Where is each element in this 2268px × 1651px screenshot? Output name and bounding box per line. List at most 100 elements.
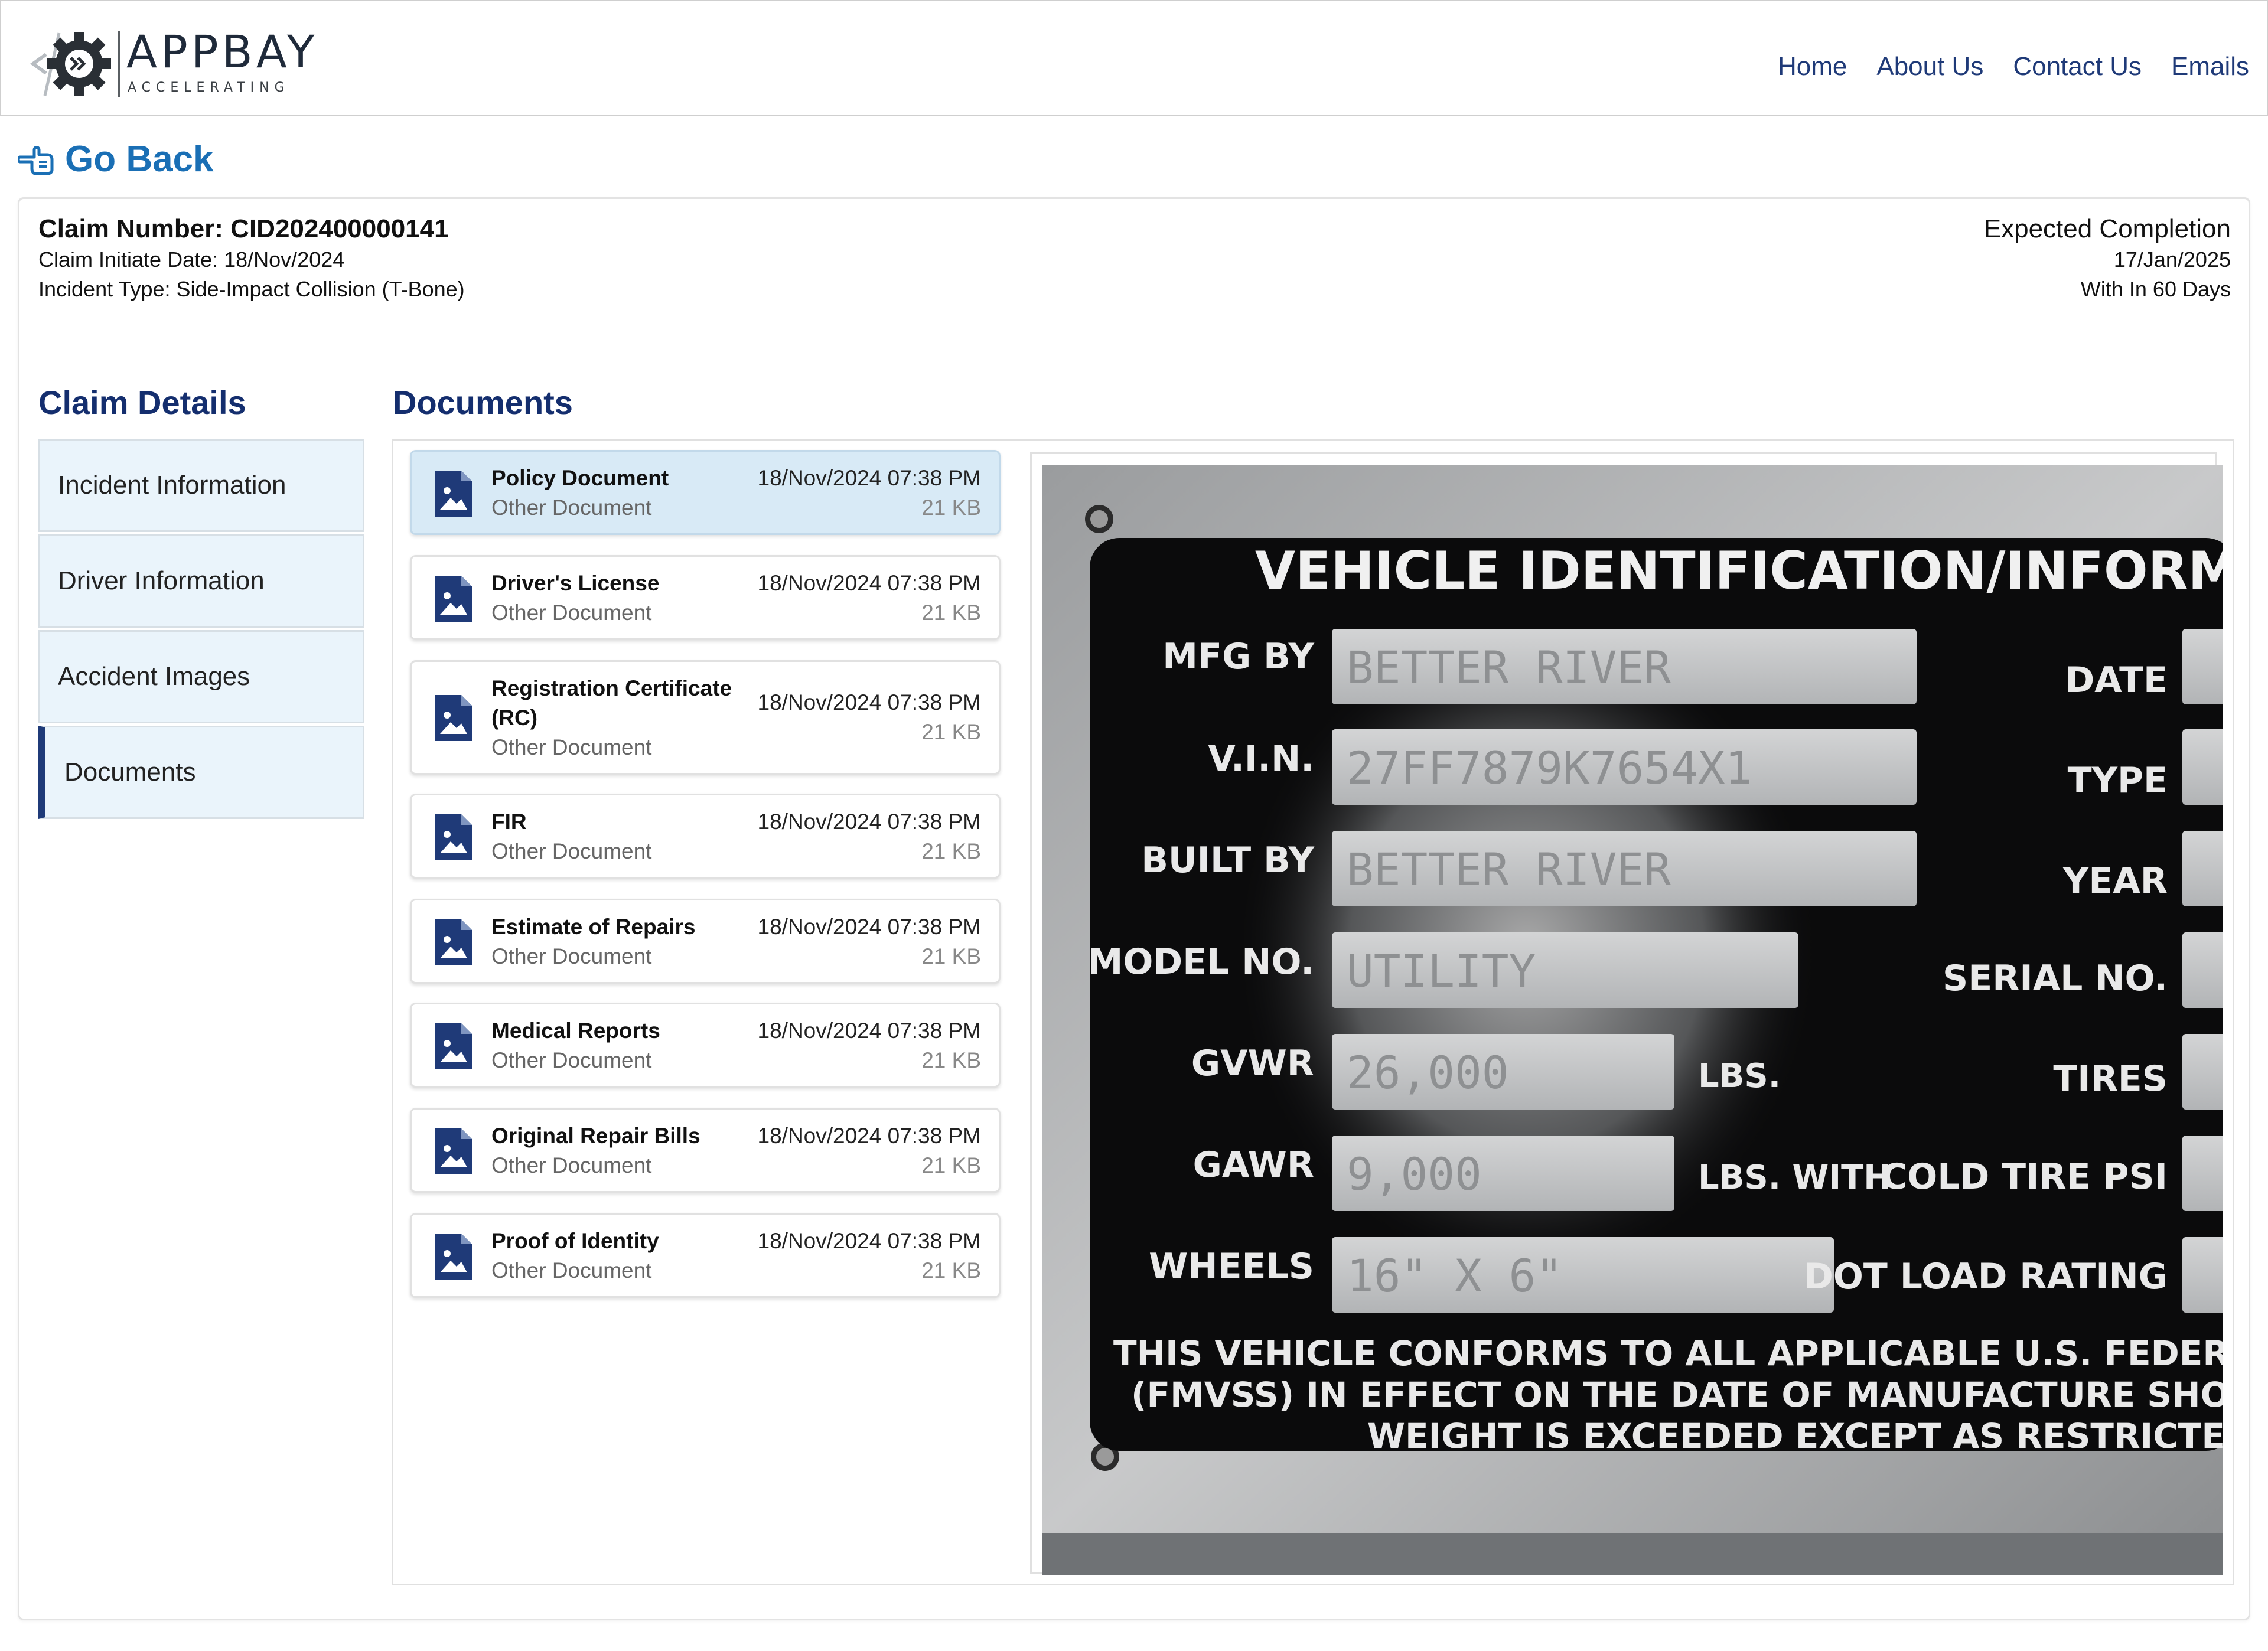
image-file-icon: [435, 814, 472, 860]
nav-about-link[interactable]: About Us: [1876, 51, 1983, 83]
gear-logo-icon: [30, 32, 111, 96]
sidebar-item-documents[interactable]: Documents: [38, 726, 364, 819]
hand-pointing-left-icon: [18, 146, 54, 175]
document-type: Other Document: [491, 735, 652, 759]
document-preview-image: VEHICLE IDENTIFICATION/INFORMAT MFG BY V…: [1042, 465, 2223, 1575]
svg-text:GVWR: GVWR: [1191, 1043, 1314, 1084]
svg-text:V.I.N.: V.I.N.: [1208, 738, 1314, 779]
document-name: Original Repair Bills: [491, 1124, 700, 1148]
document-size: 21 KB: [921, 1258, 981, 1283]
nav-home-link[interactable]: Home: [1778, 51, 1847, 83]
document-name: Estimate of Repairs: [491, 915, 696, 939]
document-size: 21 KB: [921, 601, 981, 625]
svg-text:WEIGHT IS EXCEEDED EXCEPT AS R: WEIGHT IS EXCEEDED EXCEPT AS RESTRICTED …: [1367, 1416, 2223, 1456]
svg-text:MODEL NO.: MODEL NO.: [1088, 941, 1314, 983]
document-name: Driver's License: [491, 571, 660, 595]
image-file-icon: [435, 919, 472, 965]
svg-text:GAWR: GAWR: [1193, 1144, 1314, 1186]
svg-text:BETTER RIVER: BETTER RIVER: [1347, 843, 1671, 896]
document-date: 18/Nov/2024 07:38 PM: [757, 1229, 981, 1253]
svg-text:MFG BY: MFG BY: [1162, 636, 1315, 677]
svg-text:COLD TIRE PSI: COLD TIRE PSI: [1881, 1156, 2168, 1198]
svg-text:LBS. WITH: LBS. WITH: [1698, 1159, 1891, 1197]
document-type: Other Document: [491, 601, 652, 625]
svg-text:LBS.: LBS.: [1698, 1057, 1781, 1095]
document-name: Medical Reports: [491, 1019, 660, 1043]
claim-card: Claim Number: CID202400000141 Claim Init…: [18, 197, 2250, 1620]
claim-details-title: Claim Details: [38, 384, 246, 421]
sidebar-item-accident-images[interactable]: Accident Images: [38, 630, 364, 723]
main-nav: Home About Us Contact Us Emails: [1778, 51, 2249, 83]
logo-tagline: ACCELERATING: [128, 80, 290, 95]
document-name: Policy Document: [491, 466, 669, 490]
go-back-button[interactable]: Go Back: [18, 138, 214, 181]
document-date: 18/Nov/2024 07:38 PM: [757, 466, 981, 490]
go-back-label: Go Back: [65, 139, 214, 180]
claim-initiate-date: Claim Initiate Date: 18/Nov/2024: [38, 247, 345, 272]
document-type: Other Document: [491, 495, 652, 520]
svg-text:27FF7879K7654X1: 27FF7879K7654X1: [1347, 742, 1752, 794]
document-name: Proof of Identity: [491, 1229, 659, 1253]
document-date: 18/Nov/2024 07:38 PM: [757, 690, 981, 714]
svg-text:(FMVSS) IN EFFECT ON THE DATE: (FMVSS) IN EFFECT ON THE DATE OF MANUFAC…: [1131, 1375, 2223, 1415]
document-item-drivers-license[interactable]: Driver's License Other Document 18/Nov/2…: [410, 555, 1001, 640]
document-type: Other Document: [491, 839, 652, 863]
sidebar-item-incident-information[interactable]: Incident Information: [38, 439, 364, 532]
document-type: Other Document: [491, 944, 652, 968]
document-item-estimate-of-repairs[interactable]: Estimate of Repairs Other Document 18/No…: [410, 899, 1001, 984]
nav-emails-link[interactable]: Emails: [2171, 51, 2249, 83]
svg-text:SERIAL NO.: SERIAL NO.: [1943, 958, 2168, 999]
document-item-medical-reports[interactable]: Medical Reports Other Document 18/Nov/20…: [410, 1003, 1001, 1088]
svg-text:UTILITY: UTILITY: [1347, 945, 1536, 997]
image-file-icon: [435, 471, 472, 517]
svg-text:WHEELS: WHEELS: [1149, 1246, 1314, 1287]
top-header: APPBAY ACCELERATING Home About Us Contac…: [0, 0, 2268, 116]
svg-text:DOT LOAD RATING: DOT LOAD RATING: [1804, 1256, 2168, 1297]
document-size: 21 KB: [921, 720, 981, 744]
nav-contact-link[interactable]: Contact Us: [2013, 51, 2142, 83]
document-type: Other Document: [491, 1258, 652, 1283]
document-size: 21 KB: [921, 1153, 981, 1177]
document-date: 18/Nov/2024 07:38 PM: [757, 571, 981, 595]
expected-completion-label: Expected Completion: [1983, 214, 2231, 243]
document-type: Other Document: [491, 1048, 652, 1072]
completion-window: With In 60 Days: [2080, 277, 2231, 301]
image-file-icon: [435, 1023, 472, 1069]
svg-text:TIRES: TIRES: [2053, 1058, 2168, 1099]
document-item-registration-certificate[interactable]: Registration Certificate (RC) Other Docu…: [410, 660, 1001, 775]
claim-details-sidebar: Incident Information Driver Information …: [38, 439, 364, 821]
document-type: Other Document: [491, 1153, 652, 1177]
svg-text:DATE: DATE: [2065, 660, 2168, 701]
document-item-policy-document[interactable]: Policy Document Other Document 18/Nov/20…: [410, 450, 1001, 535]
expected-completion-date: 17/Jan/2025: [2113, 247, 2231, 272]
document-date: 18/Nov/2024 07:38 PM: [757, 915, 981, 939]
image-file-icon: [435, 1128, 472, 1174]
svg-text:BETTER RIVER: BETTER RIVER: [1347, 641, 1671, 694]
image-file-icon: [435, 576, 472, 622]
svg-text:26,000: 26,000: [1347, 1046, 1509, 1099]
svg-text:TYPE: TYPE: [2068, 760, 2168, 801]
image-file-icon: [435, 1234, 472, 1280]
document-size: 21 KB: [921, 495, 981, 520]
document-date: 18/Nov/2024 07:38 PM: [757, 810, 981, 834]
svg-text:VEHICLE IDENTIFICATION/INFORMA: VEHICLE IDENTIFICATION/INFORMAT: [1255, 540, 2223, 601]
logo-divider: [118, 31, 120, 97]
incident-type: Incident Type: Side-Impact Collision (T-…: [38, 277, 465, 301]
document-name: FIR: [491, 810, 527, 834]
documents-panel: Policy Document Other Document 18/Nov/20…: [392, 439, 2234, 1585]
appbay-logo[interactable]: APPBAY ACCELERATING: [25, 19, 332, 102]
svg-text:YEAR: YEAR: [2062, 860, 2168, 902]
document-item-fir[interactable]: FIR Other Document 18/Nov/2024 07:38 PM …: [410, 794, 1001, 879]
svg-text:9,000: 9,000: [1347, 1148, 1482, 1200]
document-name: Registration Certificate (RC): [491, 676, 732, 730]
claim-number: Claim Number: CID202400000141: [38, 214, 449, 243]
documents-title: Documents: [393, 384, 573, 421]
svg-text:16" X 6": 16" X 6": [1347, 1249, 1563, 1302]
document-preview: VEHICLE IDENTIFICATION/INFORMAT MFG BY V…: [1030, 452, 2223, 1575]
document-item-original-repair-bills[interactable]: Original Repair Bills Other Document 18/…: [410, 1108, 1001, 1193]
document-size: 21 KB: [921, 839, 981, 863]
document-item-proof-of-identity[interactable]: Proof of Identity Other Document 18/Nov/…: [410, 1213, 1001, 1298]
svg-text:BUILT BY: BUILT BY: [1141, 840, 1315, 881]
sidebar-item-driver-information[interactable]: Driver Information: [38, 534, 364, 628]
document-date: 18/Nov/2024 07:38 PM: [757, 1124, 981, 1148]
